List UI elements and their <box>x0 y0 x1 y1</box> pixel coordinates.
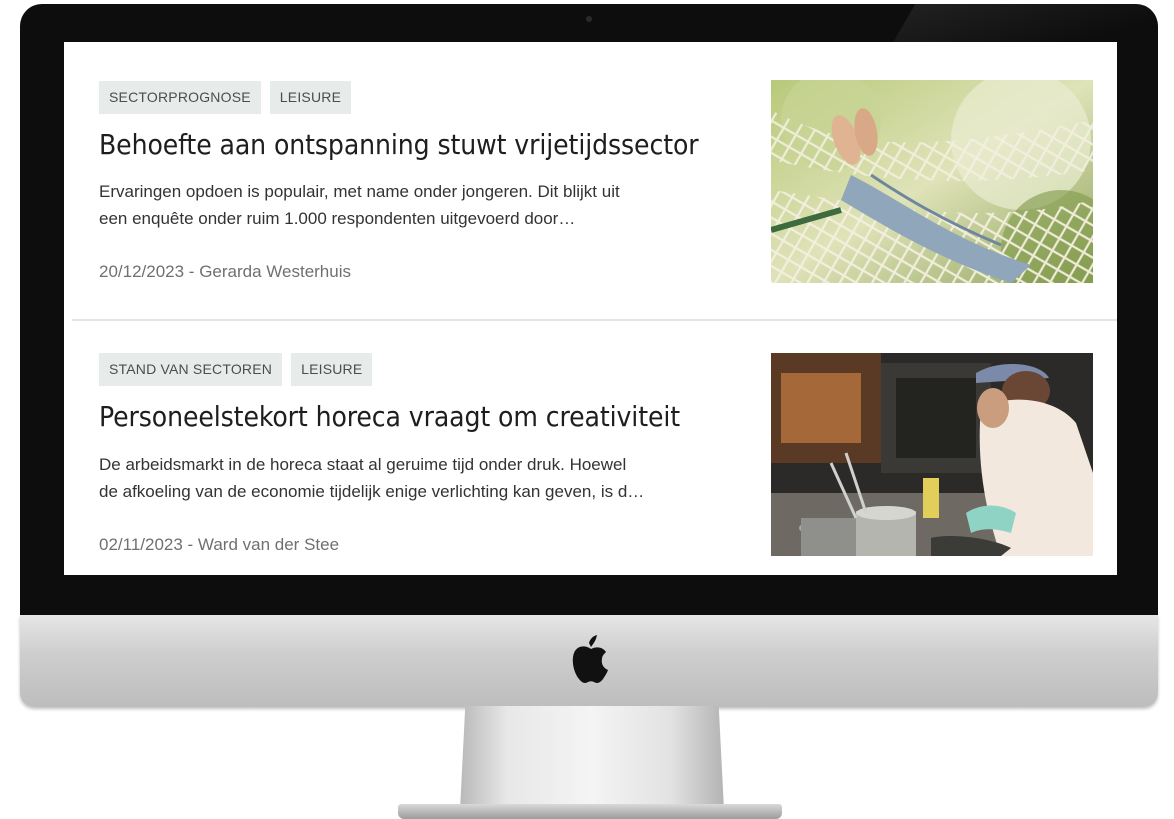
article-excerpt: De arbeidsmarkt in de horeca staat al ge… <box>99 451 749 505</box>
apple-logo-icon <box>572 635 608 683</box>
tag-list: SECTORPROGNOSE LEISURE <box>99 81 352 114</box>
article-excerpt: Ervaringen opdoen is populair, met name … <box>99 178 749 232</box>
excerpt-line: De arbeidsmarkt in de horeca staat al ge… <box>99 455 627 474</box>
tag-badge[interactable]: LEISURE <box>291 353 373 386</box>
tag-badge[interactable]: LEISURE <box>269 81 352 114</box>
camera-dot <box>586 16 592 22</box>
screen: SECTORPROGNOSE LEISURE Behoefte aan onts… <box>64 42 1117 575</box>
article-card[interactable]: SECTORPROGNOSE LEISURE Behoefte aan onts… <box>64 42 1117 320</box>
tag-badge[interactable]: SECTORPROGNOSE <box>99 81 261 114</box>
article-title[interactable]: Behoefte aan ontspanning stuwt vrijetijd… <box>99 128 699 161</box>
excerpt-line: de afkoeling van de economie tijdelijk e… <box>99 482 645 501</box>
tag-badge[interactable]: STAND VAN SECTOREN <box>99 353 283 386</box>
monitor-stand <box>460 706 724 810</box>
hammock-photo <box>771 80 1093 283</box>
excerpt-line: een enquête onder ruim 1.000 respondente… <box>99 209 576 228</box>
article-card[interactable]: STAND VAN SECTOREN LEISURE Personeelstek… <box>64 320 1117 575</box>
excerpt-line: Ervaringen opdoen is populair, met name … <box>99 182 620 201</box>
monitor-stand-base <box>398 804 782 819</box>
article-thumbnail[interactable] <box>771 353 1093 556</box>
article-title[interactable]: Personeelstekort horeca vraagt om creati… <box>99 400 680 433</box>
tag-list: STAND VAN SECTOREN LEISURE <box>99 353 373 386</box>
article-meta: 20/12/2023 - Gerarda Westerhuis <box>99 262 351 281</box>
kitchen-chef-photo <box>771 353 1093 556</box>
article-meta: 02/11/2023 - Ward van der Stee <box>99 535 340 554</box>
article-thumbnail[interactable] <box>771 80 1093 283</box>
